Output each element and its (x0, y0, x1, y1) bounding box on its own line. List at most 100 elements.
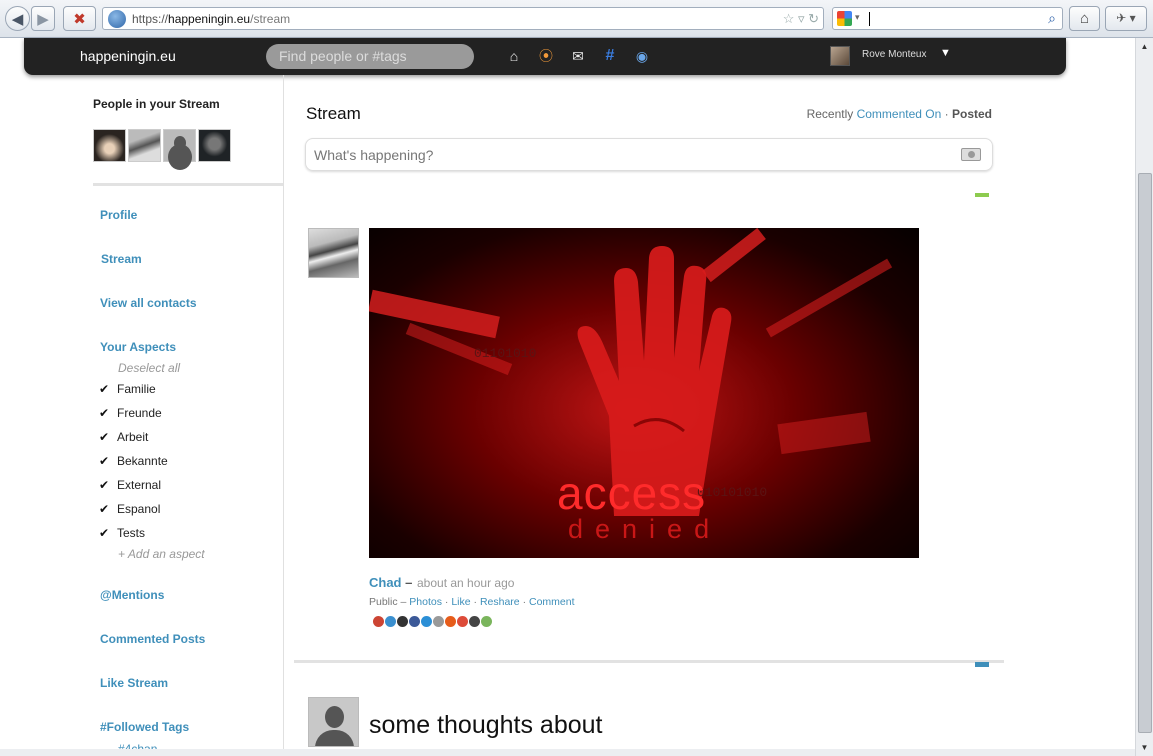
aspect-label: Familie (117, 382, 156, 396)
check-icon: ✔ (99, 502, 110, 516)
share-service-icon[interactable] (373, 616, 384, 627)
like-link[interactable]: Like (451, 596, 470, 608)
back-arrow-icon: ◀ (11, 10, 24, 28)
site-logo[interactable]: happeningin.eu (80, 48, 176, 64)
aspect-item[interactable]: ✔ External (99, 478, 161, 492)
image-text-access: access (557, 467, 707, 519)
commented-posts-link[interactable]: Commented Posts (100, 632, 205, 646)
stream-link[interactable]: Stream (101, 252, 142, 266)
check-icon: ✔ (99, 382, 110, 396)
user-menu-arrow[interactable]: ▼ (940, 47, 951, 59)
post-timestamp[interactable]: about an hour ago (417, 576, 514, 590)
post-author-avatar[interactable] (308, 228, 359, 278)
people-title: People in your Stream (93, 97, 220, 111)
addon-icon: ✈ ▾ (1116, 11, 1136, 25)
post-author-avatar[interactable] (308, 697, 359, 747)
contacts-link[interactable]: View all contacts (100, 296, 197, 310)
person-avatar[interactable] (128, 129, 161, 162)
sort-bar: Recently Commented On · Posted (807, 107, 992, 121)
mentions-link[interactable]: @Mentions (100, 588, 164, 602)
forward-button[interactable]: ▶ (31, 6, 55, 31)
share-service-icon[interactable] (445, 616, 456, 627)
scroll-down-icon[interactable]: ▼ (1136, 739, 1153, 756)
browser-home-button[interactable]: ⌂ (1069, 6, 1100, 31)
binary-text: 01101010 (474, 346, 537, 361)
aspect-item[interactable]: ✔ Tests (99, 526, 145, 540)
browser-toolbar: ◀ ▶ ✖ https://happeningin.eu/stream ☆ ▿ … (0, 0, 1153, 38)
person-avatar[interactable] (93, 129, 126, 162)
sort-separator: · (944, 107, 949, 121)
aspect-item[interactable]: ✔ Bekannte (99, 454, 168, 468)
url-host: happeningin.eu (168, 11, 251, 26)
messages-icon[interactable]: ✉ (568, 47, 588, 65)
aspect-item[interactable]: ✔ Familie (99, 382, 156, 396)
scroll-up-icon[interactable]: ▲ (1136, 38, 1153, 55)
share-service-icon[interactable] (481, 616, 492, 627)
person-avatar[interactable] (163, 129, 196, 162)
address-bar[interactable]: https://happeningin.eu/stream ☆ ▿ ↻ (102, 7, 824, 30)
sort-commented-link[interactable]: Commented On (857, 107, 942, 121)
add-aspect-link[interactable]: + Add an aspect (118, 547, 205, 561)
horizontal-scrollbar[interactable] (0, 749, 1135, 756)
image-streak (765, 258, 893, 338)
share-service-icon[interactable] (433, 616, 444, 627)
share-services (373, 616, 492, 627)
back-button[interactable]: ◀ (5, 6, 30, 31)
user-name[interactable]: Rove Monteux (862, 49, 926, 60)
share-service-icon[interactable] (397, 616, 408, 627)
share-service-icon[interactable] (421, 616, 432, 627)
check-icon: ✔ (99, 430, 110, 444)
header-nav: ⌂ ⦿ ✉ # ◉ (504, 47, 652, 65)
post-author-link[interactable]: Chad – (369, 575, 412, 590)
browser-search-input[interactable]: ▾ ⌕ (832, 7, 1063, 30)
forward-arrow-icon: ▶ (37, 10, 49, 28)
notifications-icon[interactable]: ⦿ (536, 47, 556, 65)
publisher-input[interactable]: What's happening? (305, 138, 993, 171)
search-icon[interactable]: ⌕ (1048, 10, 1056, 27)
aspect-item[interactable]: ✔ Freunde (99, 406, 162, 420)
aspect-label: Espanol (117, 502, 161, 516)
people-search-input[interactable]: Find people or #tags (266, 44, 474, 69)
comment-link[interactable]: Comment (529, 596, 575, 608)
photos-link[interactable]: Photos (409, 596, 442, 608)
bookmark-star-icon[interactable]: ☆ ▿ ↻ (783, 11, 819, 27)
deselect-all-link[interactable]: Deselect all (118, 361, 180, 375)
home-icon[interactable]: ⌂ (504, 47, 524, 65)
person-avatar[interactable] (198, 129, 231, 162)
image-streak (369, 289, 500, 339)
stop-icon: ✖ (73, 10, 86, 28)
profile-link[interactable]: Profile (100, 208, 137, 222)
check-icon: ✔ (99, 406, 110, 420)
page-title: Stream (306, 104, 361, 123)
share-service-icon[interactable] (409, 616, 420, 627)
search-engine-icon[interactable] (837, 11, 852, 26)
camera-icon[interactable] (961, 148, 981, 161)
people-avatars (93, 129, 231, 162)
stop-button[interactable]: ✖ (63, 6, 96, 31)
tags-icon[interactable]: # (600, 47, 620, 65)
like-stream-link[interactable]: Like Stream (100, 676, 168, 690)
binary-text: 010101010 (697, 485, 768, 500)
status-marker (975, 193, 989, 197)
scroll-thumb[interactable] (1138, 173, 1152, 733)
sort-posted-link[interactable]: Posted (952, 107, 992, 121)
check-icon: ✔ (99, 526, 110, 540)
reshare-link[interactable]: Reshare (480, 596, 520, 608)
share-service-icon[interactable] (385, 616, 396, 627)
author-name[interactable]: Chad (369, 575, 402, 590)
aspect-item[interactable]: ✔ Arbeit (99, 430, 148, 444)
followed-tags-link[interactable]: #Followed Tags (100, 720, 189, 734)
community-icon[interactable]: ◉ (632, 47, 652, 65)
post-image[interactable]: 01101010 010101010 access denied (369, 228, 919, 558)
site-identity-icon[interactable] (108, 9, 126, 28)
addon-menu-button[interactable]: ✈ ▾ (1105, 6, 1147, 31)
user-avatar[interactable] (830, 46, 850, 66)
share-service-icon[interactable] (469, 616, 480, 627)
aspect-item[interactable]: ✔ Espanol (99, 502, 160, 516)
share-service-icon[interactable] (457, 616, 468, 627)
scrollbar[interactable]: ▲ ▼ (1135, 38, 1153, 756)
home-icon: ⌂ (1079, 10, 1090, 27)
sort-prefix: Recently (806, 107, 854, 121)
visibility-label: Public (369, 596, 398, 608)
aspects-link[interactable]: Your Aspects (100, 340, 176, 354)
